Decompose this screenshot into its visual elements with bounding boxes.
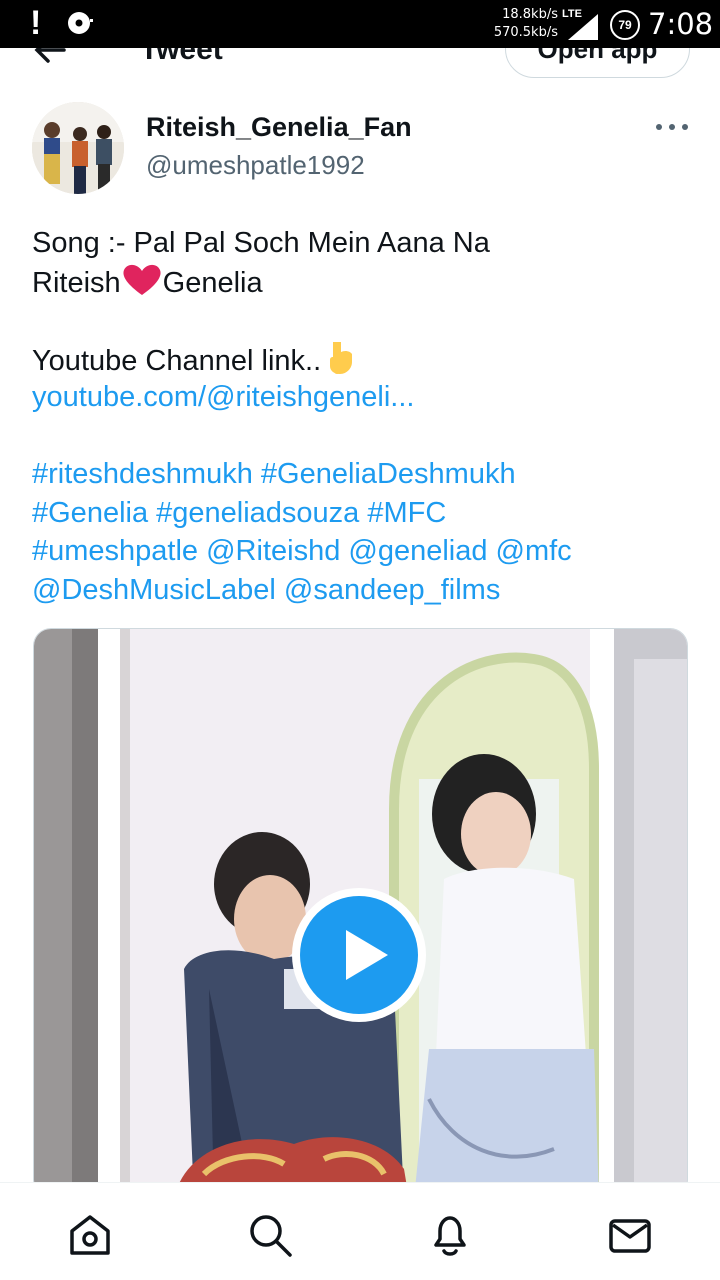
network-speed: 18.8kb/s 570.5kb/s	[482, 6, 558, 42]
avatar[interactable]	[32, 102, 124, 194]
play-icon	[346, 930, 388, 980]
disc-icon	[68, 12, 93, 34]
status-bar: ! 18.8kb/s 570.5kb/s LTE 79 7:08	[0, 0, 720, 48]
alert-icon: !	[30, 4, 42, 42]
clock: 7:08	[648, 7, 714, 41]
hashtags-line-2[interactable]: #Genelia #geneliadsouza #MFC	[32, 494, 692, 533]
tweet-line-song: Song :- Pal Pal Soch Mein Aana Na	[32, 227, 490, 259]
hashtags-line-1[interactable]: #riteshdeshmukh #GeneliaDeshmukh	[32, 455, 692, 494]
pointing-down-emoji-icon	[330, 341, 353, 374]
channel-label: Youtube Channel link..	[32, 344, 322, 377]
name-genelia: Genelia	[162, 266, 263, 299]
battery-icon: 79	[610, 10, 640, 40]
avatar-photo	[32, 102, 124, 194]
bottom-nav	[0, 1182, 720, 1280]
hashtags-line-3[interactable]: #umeshpatle @Riteishd @geneliad @mfc	[32, 532, 692, 571]
more-options-icon[interactable]	[652, 114, 692, 140]
messages-icon[interactable]	[606, 1211, 654, 1259]
tweet-line-channel: Youtube Channel link..	[32, 340, 692, 379]
tweet-line-names: Riteish Genelia	[32, 263, 692, 302]
play-button-fill	[300, 896, 418, 1014]
speed-up: 18.8kb/s	[502, 7, 558, 22]
name-riteish: Riteish	[32, 266, 121, 299]
play-button[interactable]	[292, 888, 426, 1022]
search-icon[interactable]	[246, 1211, 294, 1259]
author-name[interactable]: Riteish_Genelia_Fan	[146, 110, 412, 144]
tweet-text: Song :- Pal Pal Soch Mein Aana Na Riteis…	[32, 224, 692, 609]
notifications-icon[interactable]	[426, 1211, 474, 1259]
author-handle[interactable]: @umeshpatle1992	[146, 148, 365, 182]
heart-emoji-icon	[123, 264, 161, 295]
speed-down: 570.5kb/s	[493, 25, 558, 40]
signal-icon	[568, 14, 598, 40]
home-icon[interactable]	[66, 1211, 114, 1259]
youtube-link[interactable]: youtube.com/@riteishgeneli...	[32, 378, 692, 417]
mentions-line-4[interactable]: @DeshMusicLabel @sandeep_films	[32, 571, 692, 610]
